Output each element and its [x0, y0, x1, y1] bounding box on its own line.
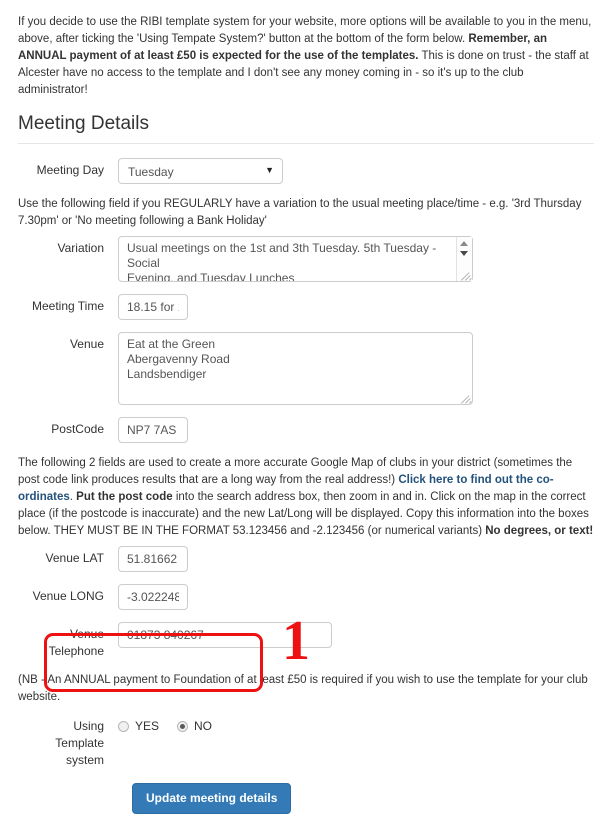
map-help-paragraph: The following 2 fields are used to creat… — [18, 455, 594, 540]
radio-option-no[interactable]: NO — [177, 718, 212, 735]
meeting-day-label: Meeting Day — [36, 163, 104, 177]
radio-no-label: NO — [194, 719, 213, 733]
template-system-section: Using Template system YES NO Update meet… — [18, 716, 594, 814]
venue-long-input[interactable] — [118, 584, 188, 610]
venue-telephone-label-line2: Telephone — [48, 644, 104, 658]
map-help-bold-2: No degrees, or text! — [485, 525, 594, 537]
page-title: Meeting Details — [18, 113, 149, 134]
radio-yes-label: YES — [135, 719, 160, 733]
radio-no-indicator[interactable] — [177, 721, 189, 732]
template-system-label: Using Template system — [18, 716, 118, 769]
radio-option-yes[interactable]: YES — [118, 718, 159, 735]
variation-label: Variation — [57, 241, 104, 255]
map-help-bold-1: Put the post code — [76, 491, 173, 503]
venue-telephone-label-line1: Venue — [69, 627, 104, 641]
venue-telephone-input[interactable] — [118, 622, 332, 648]
postcode-input[interactable] — [118, 417, 188, 443]
venue-textarea[interactable]: Eat at the Green Abergavenny Road Landsb… — [118, 332, 473, 405]
form-row-venue-telephone: Venue Telephone — [18, 622, 594, 660]
radio-yes-indicator[interactable] — [118, 721, 129, 732]
form-row-variation: Variation Usual meetings on the 1st and … — [18, 236, 594, 282]
form-row-venue-long: Venue LONG — [18, 584, 594, 610]
postcode-label: PostCode — [51, 422, 104, 436]
update-meeting-details-button[interactable]: Update meeting details — [132, 783, 292, 814]
nb-note-text: (NB - An ANNUAL payment to Foundation of… — [18, 674, 588, 703]
title-divider — [18, 143, 594, 144]
form-row-meeting-time: Meeting Time — [18, 294, 594, 320]
meeting-details-form-page: If you decide to use the RIBI template s… — [0, 0, 612, 814]
form-row-meeting-day: Meeting Day Tuesday ▼ — [18, 158, 594, 184]
venue-textarea-wrapper: Eat at the Green Abergavenny Road Landsb… — [118, 332, 473, 405]
variation-textarea-wrapper: Usual meetings on the 1st and 3th Tuesda… — [118, 236, 473, 282]
form-row-postcode: PostCode — [18, 417, 594, 443]
template-system-label-line3: system — [65, 753, 104, 767]
venue-label: Venue — [69, 337, 104, 351]
form-row-venue-lat: Venue LAT — [18, 546, 594, 572]
meeting-time-input[interactable] — [118, 294, 188, 320]
variation-textarea[interactable]: Usual meetings on the 1st and 3th Tuesda… — [118, 236, 473, 282]
venue-lat-input[interactable] — [118, 546, 188, 572]
venue-long-label: Venue LONG — [32, 589, 104, 603]
variation-help-text: Use the following field if you REGULARLY… — [18, 198, 582, 227]
meeting-day-select-wrapper: Tuesday ▼ — [118, 158, 283, 184]
intro-paragraph: If you decide to use the RIBI template s… — [18, 14, 594, 99]
template-system-label-line1: Using — [73, 719, 104, 733]
venue-telephone-label: Venue Telephone — [18, 622, 118, 660]
template-system-label-line2: Template — [55, 736, 104, 750]
form-row-template-system: Using Template system YES NO — [18, 716, 594, 769]
meeting-time-label: Meeting Time — [31, 299, 104, 313]
venue-lat-label: Venue LAT — [45, 551, 105, 565]
meeting-day-select[interactable]: Tuesday — [118, 158, 283, 184]
template-system-radio-group: YES NO — [118, 716, 230, 735]
form-row-venue: Venue Eat at the Green Abergavenny Road … — [18, 332, 594, 405]
